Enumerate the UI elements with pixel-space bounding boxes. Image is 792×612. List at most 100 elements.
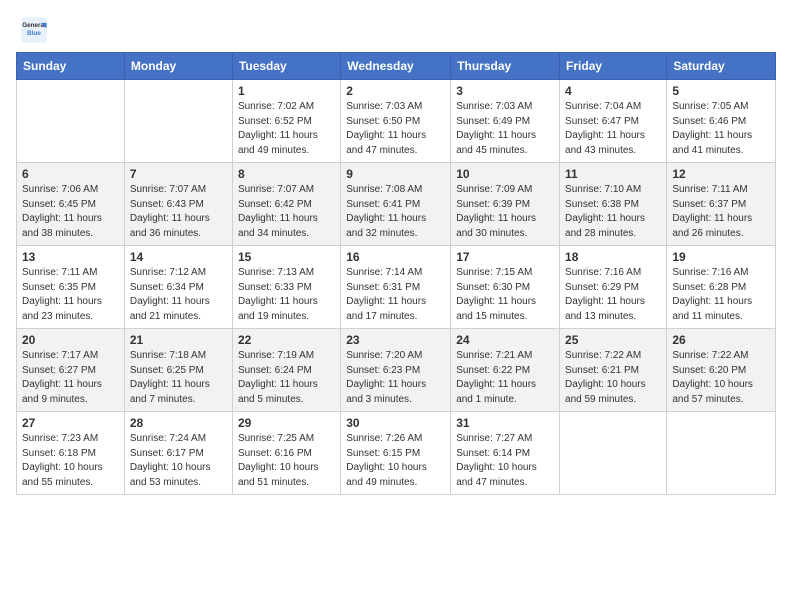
day-info: Sunrise: 7:14 AM Sunset: 6:31 PM Dayligh…: [346, 266, 445, 324]
day-number: 10: [456, 167, 554, 181]
day-info: Sunrise: 7:04 AM Sunset: 6:47 PM Dayligh…: [565, 100, 661, 158]
calendar-cell: 12 Sunrise: 7:11 AM Sunset: 6:37 PM Dayli…: [667, 163, 776, 246]
weekday-header-friday: Friday: [560, 53, 667, 80]
calendar-table: SundayMondayTuesdayWednesdayThursdayFrid…: [16, 52, 776, 495]
day-number: 25: [565, 333, 661, 347]
calendar-cell: 21Sunrise: 7:18 AM Sunset: 6:25 PM Dayli…: [124, 329, 232, 412]
calendar-cell: 11 Sunrise: 7:10 AM Sunset: 6:38 PM Dayli…: [560, 163, 667, 246]
day-number: 6: [22, 167, 119, 181]
day-number: 11: [565, 167, 661, 181]
day-info: Sunrise: 7:03 AM Sunset: 6:50 PM Dayligh…: [346, 100, 445, 158]
day-info: Sunrise: 7:22 AM Sunset: 6:21 PM Dayligh…: [565, 349, 661, 407]
page-container: General Blue SundayMondayTuesdayWednesda…: [0, 0, 792, 505]
calendar-week-2: 6 Sunrise: 7:06 AM Sunset: 6:45 PM Daylig…: [17, 163, 776, 246]
calendar-cell: 26 Sunrise: 7:22 AM Sunset: 6:20 PM Dayli…: [667, 329, 776, 412]
calendar-cell: 7Sunrise: 7:07 AM Sunset: 6:43 PM Daylig…: [124, 163, 232, 246]
calendar-cell: 15 Sunrise: 7:13 AM Sunset: 6:33 PM Dayli…: [232, 246, 340, 329]
day-number: 8: [238, 167, 335, 181]
day-info: Sunrise: 7:10 AM Sunset: 6:38 PM Dayligh…: [565, 183, 661, 241]
day-number: 28: [130, 416, 227, 430]
day-info: Sunrise: 7:09 AM Sunset: 6:39 PM Dayligh…: [456, 183, 554, 241]
calendar-cell: 9 Sunrise: 7:08 AM Sunset: 6:41 PM Daylig…: [341, 163, 451, 246]
day-number: 24: [456, 333, 554, 347]
calendar-cell: 28 Sunrise: 7:24 AM Sunset: 6:17 PM Dayli…: [124, 412, 232, 495]
day-number: 27: [22, 416, 119, 430]
day-info: Sunrise: 7:21 AM Sunset: 6:22 PM Dayligh…: [456, 349, 554, 407]
calendar-cell: 19 Sunrise: 7:16 AM Sunset: 6:28 PM Dayli…: [667, 246, 776, 329]
weekday-header-thursday: Thursday: [451, 53, 560, 80]
day-info: Sunrise: 7:24 AM Sunset: 6:17 PM Dayligh…: [130, 432, 227, 490]
day-info: Sunrise: 7:02 AM Sunset: 6:52 PM Dayligh…: [238, 100, 335, 158]
calendar-cell: 17 Sunrise: 7:15 AM Sunset: 6:30 PM Dayli…: [451, 246, 560, 329]
calendar-week-4: 20 Sunrise: 7:17 AM Sunset: 6:27 PM Dayli…: [17, 329, 776, 412]
calendar-cell: [560, 412, 667, 495]
calendar-cell: 24 Sunrise: 7:21 AM Sunset: 6:22 PM Dayli…: [451, 329, 560, 412]
day-info: Sunrise: 7:17 AM Sunset: 6:27 PM Dayligh…: [22, 349, 119, 407]
calendar-cell: 18Sunrise: 7:16 AM Sunset: 6:29 PM Dayli…: [560, 246, 667, 329]
day-info: Sunrise: 7:27 AM Sunset: 6:14 PM Dayligh…: [456, 432, 554, 490]
day-number: 23: [346, 333, 445, 347]
day-number: 20: [22, 333, 119, 347]
day-number: 5: [672, 84, 770, 98]
calendar-cell: 5 Sunrise: 7:05 AM Sunset: 6:46 PM Daylig…: [667, 80, 776, 163]
calendar-cell: 30 Sunrise: 7:26 AM Sunset: 6:15 PM Dayli…: [341, 412, 451, 495]
day-number: 18: [565, 250, 661, 264]
logo-icon: General Blue: [20, 16, 48, 44]
calendar-week-3: 13Sunrise: 7:11 AM Sunset: 6:35 PM Dayli…: [17, 246, 776, 329]
day-number: 30: [346, 416, 445, 430]
day-info: Sunrise: 7:13 AM Sunset: 6:33 PM Dayligh…: [238, 266, 335, 324]
weekday-header-monday: Monday: [124, 53, 232, 80]
calendar-cell: 10 Sunrise: 7:09 AM Sunset: 6:39 PM Dayli…: [451, 163, 560, 246]
day-info: Sunrise: 7:15 AM Sunset: 6:30 PM Dayligh…: [456, 266, 554, 324]
calendar-cell: 31 Sunrise: 7:27 AM Sunset: 6:14 PM Dayli…: [451, 412, 560, 495]
day-info: Sunrise: 7:22 AM Sunset: 6:20 PM Dayligh…: [672, 349, 770, 407]
day-number: 9: [346, 167, 445, 181]
day-number: 13: [22, 250, 119, 264]
calendar-cell: 27 Sunrise: 7:23 AM Sunset: 6:18 PM Dayli…: [17, 412, 125, 495]
day-number: 14: [130, 250, 227, 264]
day-info: Sunrise: 7:06 AM Sunset: 6:45 PM Dayligh…: [22, 183, 119, 241]
calendar-cell: 8 Sunrise: 7:07 AM Sunset: 6:42 PM Daylig…: [232, 163, 340, 246]
calendar-cell: 25 Sunrise: 7:22 AM Sunset: 6:21 PM Dayli…: [560, 329, 667, 412]
calendar-cell: 20 Sunrise: 7:17 AM Sunset: 6:27 PM Dayli…: [17, 329, 125, 412]
weekday-header-saturday: Saturday: [667, 53, 776, 80]
day-info: Sunrise: 7:05 AM Sunset: 6:46 PM Dayligh…: [672, 100, 770, 158]
calendar-cell: 22Sunrise: 7:19 AM Sunset: 6:24 PM Dayli…: [232, 329, 340, 412]
day-info: Sunrise: 7:11 AM Sunset: 6:37 PM Dayligh…: [672, 183, 770, 241]
weekday-header-row: SundayMondayTuesdayWednesdayThursdayFrid…: [17, 53, 776, 80]
calendar-cell: 3 Sunrise: 7:03 AM Sunset: 6:49 PM Daylig…: [451, 80, 560, 163]
day-info: Sunrise: 7:20 AM Sunset: 6:23 PM Dayligh…: [346, 349, 445, 407]
weekday-header-tuesday: Tuesday: [232, 53, 340, 80]
day-number: 15: [238, 250, 335, 264]
day-info: Sunrise: 7:23 AM Sunset: 6:18 PM Dayligh…: [22, 432, 119, 490]
day-number: 29: [238, 416, 335, 430]
day-info: Sunrise: 7:03 AM Sunset: 6:49 PM Dayligh…: [456, 100, 554, 158]
day-info: Sunrise: 7:12 AM Sunset: 6:34 PM Dayligh…: [130, 266, 227, 324]
calendar-cell: 2 Sunrise: 7:03 AM Sunset: 6:50 PM Daylig…: [341, 80, 451, 163]
day-number: 17: [456, 250, 554, 264]
day-number: 2: [346, 84, 445, 98]
day-number: 26: [672, 333, 770, 347]
day-number: 3: [456, 84, 554, 98]
day-number: 12: [672, 167, 770, 181]
calendar-week-1: 1 Sunrise: 7:02 AM Sunset: 6:52 PM Daylig…: [17, 80, 776, 163]
weekday-header-sunday: Sunday: [17, 53, 125, 80]
calendar-cell: [667, 412, 776, 495]
day-info: Sunrise: 7:08 AM Sunset: 6:41 PM Dayligh…: [346, 183, 445, 241]
day-info: Sunrise: 7:26 AM Sunset: 6:15 PM Dayligh…: [346, 432, 445, 490]
day-info: Sunrise: 7:25 AM Sunset: 6:16 PM Dayligh…: [238, 432, 335, 490]
day-info: Sunrise: 7:07 AM Sunset: 6:42 PM Dayligh…: [238, 183, 335, 241]
calendar-cell: 1 Sunrise: 7:02 AM Sunset: 6:52 PM Daylig…: [232, 80, 340, 163]
calendar-cell: 16Sunrise: 7:14 AM Sunset: 6:31 PM Dayli…: [341, 246, 451, 329]
day-info: Sunrise: 7:19 AM Sunset: 6:24 PM Dayligh…: [238, 349, 335, 407]
day-info: Sunrise: 7:16 AM Sunset: 6:28 PM Dayligh…: [672, 266, 770, 324]
calendar-cell: 4Sunrise: 7:04 AM Sunset: 6:47 PM Daylig…: [560, 80, 667, 163]
day-number: 31: [456, 416, 554, 430]
calendar-cell: 29 Sunrise: 7:25 AM Sunset: 6:16 PM Dayli…: [232, 412, 340, 495]
day-number: 19: [672, 250, 770, 264]
calendar-cell: 23 Sunrise: 7:20 AM Sunset: 6:23 PM Dayli…: [341, 329, 451, 412]
day-info: Sunrise: 7:07 AM Sunset: 6:43 PM Dayligh…: [130, 183, 227, 241]
day-number: 1: [238, 84, 335, 98]
header: General Blue: [16, 16, 776, 44]
day-number: 21: [130, 333, 227, 347]
